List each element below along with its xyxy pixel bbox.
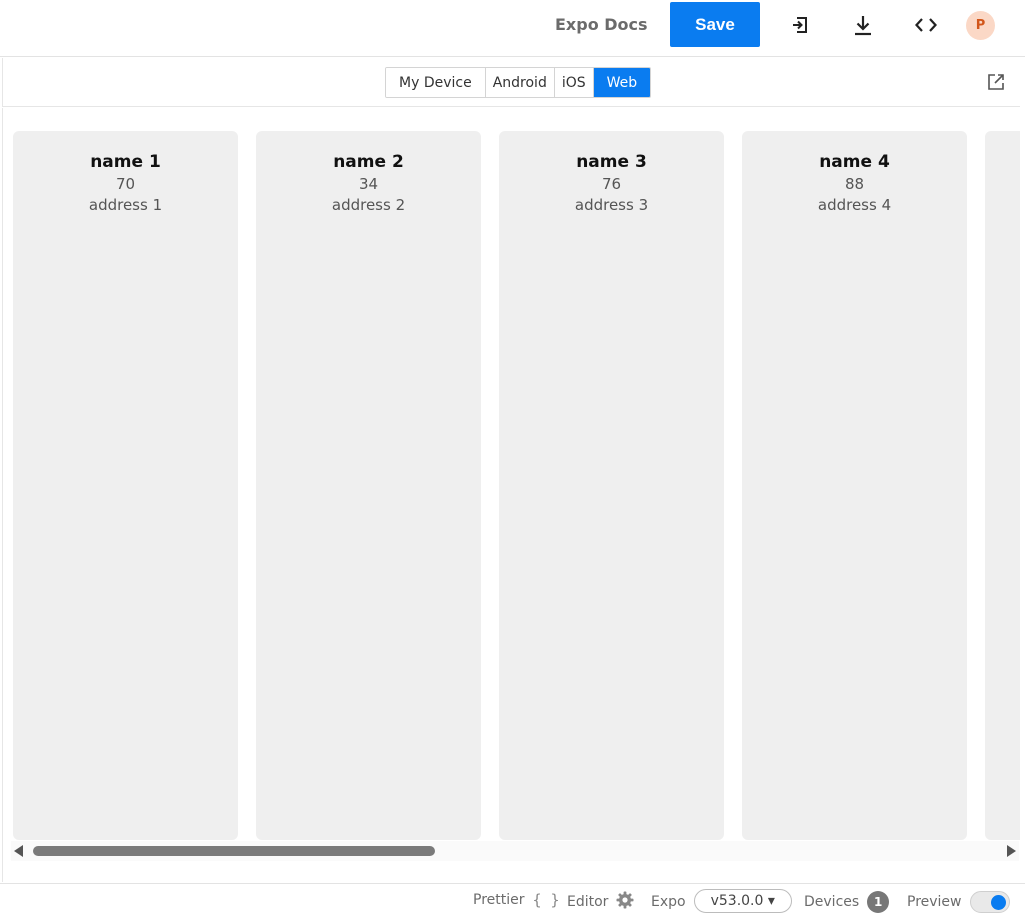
list-item xyxy=(985,131,1020,840)
prettier-button[interactable]: Prettier { } xyxy=(473,891,560,909)
list-item: name 4 88 address 4 xyxy=(742,131,967,840)
preview-label: Preview xyxy=(907,894,962,910)
scroll-left-arrow-icon[interactable] xyxy=(14,845,23,857)
expo-docs-link[interactable]: Expo Docs xyxy=(555,15,648,34)
login-icon[interactable] xyxy=(787,12,813,38)
save-button[interactable]: Save xyxy=(670,2,760,47)
preview-toggle-group: Preview xyxy=(907,891,1010,913)
preview-platform-bar: My Device Android iOS Web xyxy=(2,58,1020,107)
card-age: 70 xyxy=(115,175,136,193)
scroll-right-arrow-icon[interactable] xyxy=(1007,845,1016,857)
download-icon[interactable] xyxy=(850,12,876,38)
web-preview-canvas: name 1 70 address 1 name 2 34 address 2 … xyxy=(2,108,1020,882)
horizontal-scrollbar[interactable] xyxy=(11,841,1019,861)
expo-label: Expo xyxy=(651,894,686,910)
expo-sdk-selector: Expo v53.0.0 ▾ xyxy=(651,889,792,913)
card-name: name 4 xyxy=(819,152,890,172)
tab-my-device[interactable]: My Device xyxy=(386,68,486,97)
list-item: name 1 70 address 1 xyxy=(13,131,238,840)
list-item: name 3 76 address 3 xyxy=(499,131,724,840)
list-item: name 2 34 address 2 xyxy=(256,131,481,840)
card-age: 76 xyxy=(601,175,622,193)
preview-toggle[interactable] xyxy=(969,891,1010,913)
scrollbar-thumb[interactable] xyxy=(33,846,435,856)
gear-icon xyxy=(616,891,634,913)
tab-web[interactable]: Web xyxy=(593,68,651,97)
devices-button[interactable]: Devices 1 xyxy=(804,891,890,913)
card-name: name 3 xyxy=(576,152,647,172)
prettier-label: Prettier xyxy=(473,892,525,908)
card-name: name 1 xyxy=(90,152,161,172)
embed-code-icon[interactable] xyxy=(913,12,939,38)
user-avatar[interactable]: P xyxy=(966,11,995,40)
editor-settings-button[interactable]: Editor xyxy=(567,891,634,913)
platform-tabs: My Device Android iOS Web xyxy=(385,67,652,98)
devices-label: Devices xyxy=(804,894,860,910)
editor-label: Editor xyxy=(567,894,609,910)
devices-count-badge: 1 xyxy=(867,891,890,913)
card-address: address 1 xyxy=(88,196,163,214)
toggle-knob xyxy=(990,895,1006,910)
card-name: name 2 xyxy=(333,152,404,172)
tab-ios[interactable]: iOS xyxy=(554,68,594,97)
external-link-icon[interactable] xyxy=(986,72,1006,92)
card-address: address 4 xyxy=(817,196,892,214)
card-address: address 3 xyxy=(574,196,649,214)
braces-icon: { } xyxy=(532,891,560,909)
card-address: address 2 xyxy=(331,196,406,214)
tab-android[interactable]: Android xyxy=(485,68,555,97)
card-age: 88 xyxy=(844,175,865,193)
card-list: name 1 70 address 1 name 2 34 address 2 … xyxy=(13,131,1020,840)
card-age: 34 xyxy=(358,175,379,193)
sdk-version-dropdown[interactable]: v53.0.0 ▾ xyxy=(693,889,792,913)
top-toolbar: Expo Docs Save P xyxy=(0,0,1025,57)
status-footer: Prettier { } Editor Expo v53.0.0 ▾ Devic… xyxy=(0,883,1025,913)
